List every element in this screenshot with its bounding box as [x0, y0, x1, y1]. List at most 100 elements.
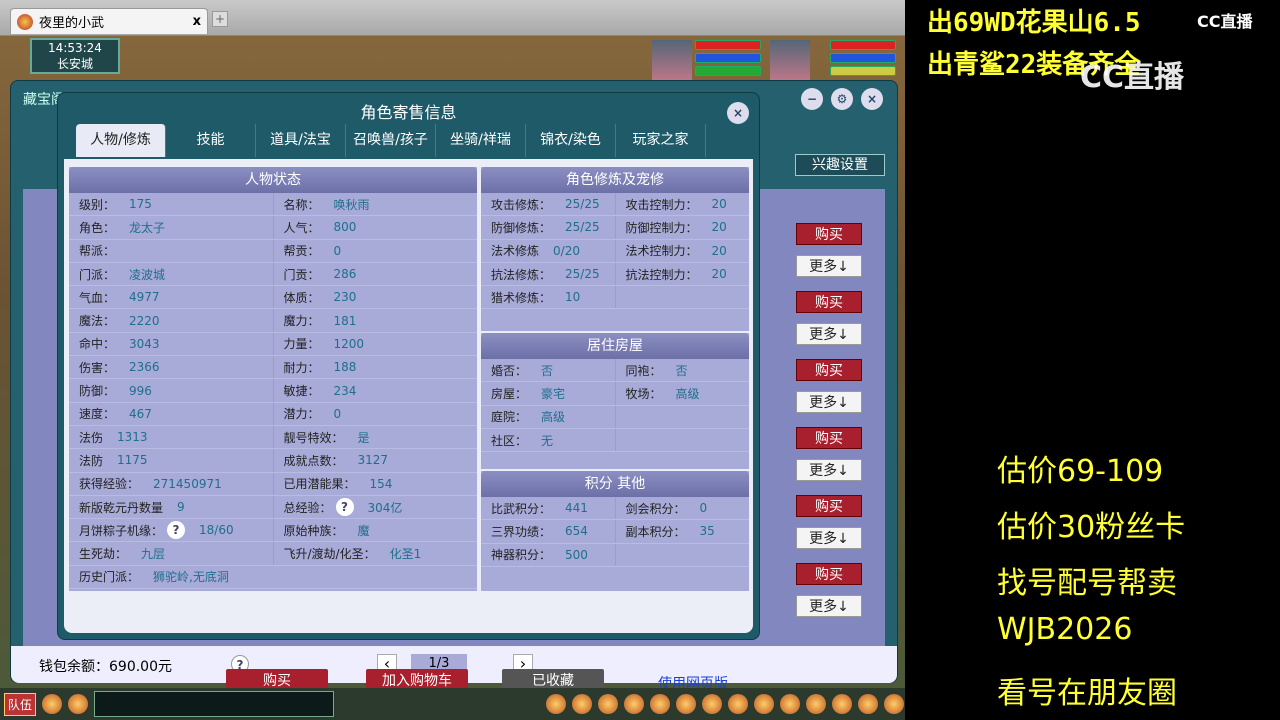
stat-cell: 命中： 3043	[69, 333, 273, 355]
buy-button[interactable]: 购买	[796, 563, 862, 585]
stream-overlay: 出69WD花果山6.5 出青鲨22装备齐全 CC直播 CC直播 估价69-109…	[905, 0, 1280, 720]
stat-value: 1313	[117, 430, 148, 445]
stat-cell: 人气： 800	[272, 216, 478, 239]
stat-cell: 法防 1175	[69, 449, 273, 471]
stat-label: 气血：	[79, 290, 116, 305]
minimize-icon[interactable]: −	[801, 88, 823, 110]
stat-row: 伤害： 2366 耐力： 188	[69, 356, 477, 380]
stat-label: 法防	[79, 453, 104, 468]
chat-input[interactable]	[94, 691, 335, 717]
stat-label: 飞升/渡劫/化圣：	[283, 547, 376, 562]
system-icon[interactable]	[884, 694, 905, 714]
stat-value: 500	[565, 547, 588, 562]
microphone-icon[interactable]	[42, 694, 63, 714]
stat-label: 同袍：	[625, 363, 662, 378]
map-icon[interactable]	[780, 694, 801, 714]
stat-row: 月饼粽子机缘：? 18/60 原始种族： 魔	[69, 519, 478, 543]
help-icon[interactable]: ?	[335, 498, 354, 516]
more-button[interactable]: 更多↓	[796, 391, 862, 413]
house-panel: 居住房屋 婚否：否同袍：否房屋： 豪宅 牧场： 高级 庭院： 高级 社区：无	[481, 333, 749, 469]
scroll-icon[interactable]	[702, 694, 723, 714]
book-icon[interactable]	[624, 694, 645, 714]
tab-6[interactable]: 玩家之家	[616, 124, 706, 157]
stat-label: 攻击控制力：	[625, 197, 698, 212]
interest-settings-button[interactable]: 兴趣设置	[795, 154, 885, 176]
stat-cell: 猎术修炼： 10	[481, 286, 615, 308]
pet-icon[interactable]	[676, 694, 697, 714]
buy-button[interactable]: 购买	[796, 291, 862, 313]
tab-3[interactable]: 召唤兽/孩子	[346, 124, 436, 157]
stat-label: 帮派：	[79, 244, 116, 259]
tab-2[interactable]: 道具/法宝	[256, 124, 346, 157]
gear-icon[interactable]: ⚙	[831, 88, 853, 110]
stat-cell: 抗法控制力： 20	[614, 262, 750, 286]
more-button[interactable]: 更多↓	[796, 255, 862, 277]
more-button[interactable]: 更多↓	[796, 527, 862, 549]
stat-value: 175	[129, 197, 152, 212]
stat-label: 门贡：	[283, 267, 320, 282]
buy-button[interactable]: 购买	[796, 359, 862, 381]
character-icon[interactable]	[650, 694, 671, 714]
sword-icon[interactable]	[546, 694, 567, 714]
shell-icon[interactable]	[832, 694, 853, 714]
stat-cell: 角色： 龙太子	[69, 216, 273, 238]
player-portrait[interactable]	[652, 40, 692, 80]
stat-value: 9	[177, 500, 185, 514]
new-tab-button[interactable]: +	[212, 11, 228, 27]
pet-portrait[interactable]	[770, 40, 810, 80]
stat-value: 234	[333, 383, 357, 398]
more-button[interactable]: 更多↓	[796, 595, 862, 617]
buy-button[interactable]: 购买	[796, 495, 862, 517]
overlay-right-line: 估价30粉丝卡	[997, 510, 1186, 545]
stat-row: 防御： 996 敏捷： 234	[69, 379, 477, 403]
tab-1[interactable]: 技能	[166, 124, 256, 157]
buy-button[interactable]: 购买	[796, 427, 862, 449]
stat-value: 0	[333, 406, 342, 421]
tab-5[interactable]: 锦衣/染色	[526, 124, 616, 157]
stat-cell: 同袍： 否	[614, 359, 750, 382]
browser-tab[interactable]: 夜里的小武 x	[10, 8, 208, 34]
stat-value: 800	[333, 220, 357, 235]
chat-bubble-icon[interactable]	[68, 694, 89, 714]
stat-cell: 原始种族： 魔	[272, 519, 478, 542]
tab-4[interactable]: 坐骑/祥瑞	[436, 124, 526, 157]
more-button[interactable]: 更多↓	[796, 459, 862, 481]
stat-cell: 门贡： 286	[272, 262, 478, 286]
stat-label: 抗法控制力：	[625, 267, 698, 282]
buy-button[interactable]: 购买	[796, 223, 862, 245]
help-icon[interactable]: ?	[167, 521, 186, 540]
stat-cell: 剑会积分： 0	[614, 497, 750, 520]
stat-cell: 历史门派： 狮驼岭,无底洞	[69, 566, 477, 588]
stat-value: 441	[565, 501, 588, 516]
stat-value: 20	[711, 220, 727, 235]
stat-label: 新版乾元丹数量	[79, 500, 164, 515]
stat-value: 188	[333, 360, 357, 375]
stat-label: 已用潜能果：	[283, 477, 356, 492]
stat-cell: 抗法修炼： 25/25	[481, 263, 615, 285]
close-tab-icon[interactable]: x	[193, 14, 201, 29]
close-icon[interactable]: ×	[727, 102, 749, 124]
smiley-icon[interactable]	[858, 694, 879, 714]
team-button[interactable]: 队伍	[4, 692, 37, 716]
stat-row: 命中： 3043 力量： 1200	[69, 332, 477, 357]
stat-label: 婚否：	[491, 363, 528, 378]
peach-icon[interactable]	[806, 694, 827, 714]
stat-value: 20	[711, 243, 727, 258]
stat-cell: 牧场： 高级	[614, 382, 750, 405]
gem-icon[interactable]	[598, 694, 619, 714]
stat-label: 剑会积分：	[625, 501, 686, 516]
stat-cell: 名称： 唤秋雨	[272, 193, 478, 216]
stat-cell: 庭院： 高级	[481, 406, 615, 428]
stat-value: 否	[541, 363, 554, 378]
stat-cell: 防御修炼： 25/25	[481, 216, 615, 238]
close-icon[interactable]: ×	[861, 88, 883, 110]
stat-label: 防御控制力：	[625, 220, 698, 235]
flag-icon[interactable]	[754, 694, 775, 714]
stat-cell: 社区： 无	[481, 429, 615, 451]
tab-0[interactable]: 人物/修炼	[76, 124, 166, 157]
stat-row: 社区： 无	[481, 428, 749, 453]
dialog-content: 人物状态 级别： 175 名称： 唤秋雨 角色： 龙太子 人气： 800 帮派： 帮贡： 0 门派： 凌波…	[64, 159, 753, 693]
chest-icon[interactable]	[572, 694, 593, 714]
bag-icon[interactable]	[728, 694, 749, 714]
more-button[interactable]: 更多↓	[796, 323, 862, 345]
